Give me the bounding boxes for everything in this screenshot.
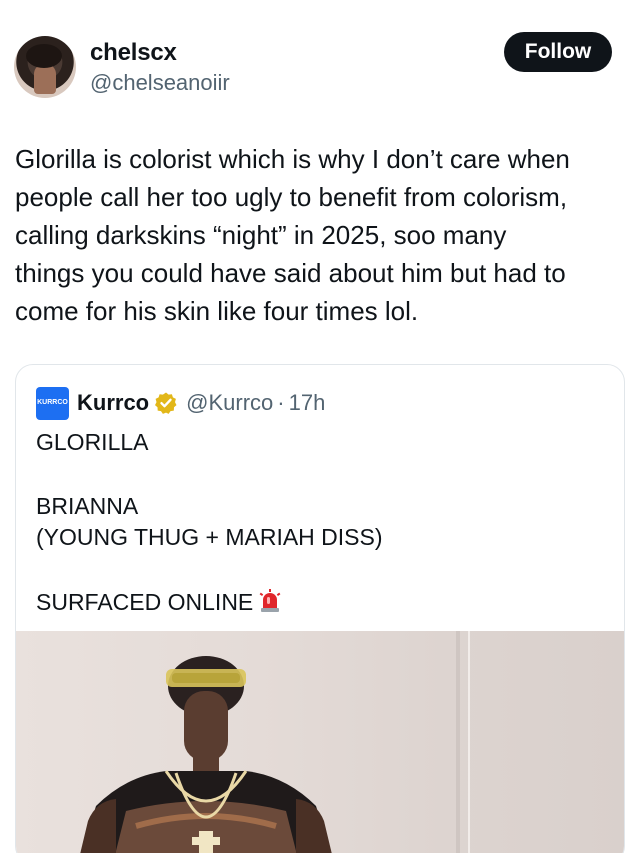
author-handle[interactable]: @chelseanoiir (90, 70, 230, 96)
quoted-line-1: GLORILLA (36, 429, 149, 455)
quoted-line-2: BRIANNA (36, 493, 139, 519)
quoted-line-3: (YOUNG THUG + MARIAH DISS) (36, 524, 383, 550)
rotating-light-icon (259, 589, 281, 612)
quoted-author-avatar[interactable]: KURRCO (36, 386, 69, 420)
author-name[interactable]: chelscx (90, 39, 177, 67)
quoted-author-name[interactable]: Kurrco (77, 390, 149, 416)
meta-separator: · (277, 390, 285, 415)
author-avatar[interactable] (14, 36, 76, 98)
quoted-line-4: SURFACED ONLINE (36, 589, 281, 616)
quoted-post-time[interactable]: 17h (289, 390, 326, 416)
post-text: Glorilla is colorist which is why I don’… (15, 144, 570, 326)
post-header: chelscx @chelseanoiir Follow (0, 0, 640, 110)
quoted-line-4-text: SURFACED ONLINE (36, 589, 254, 615)
follow-button[interactable]: Follow (504, 32, 612, 72)
quoted-post-photo[interactable] (16, 631, 624, 853)
quoted-post-header: KURRCO Kurrco @Kurrco · 17h (36, 386, 326, 420)
verified-badge-icon (155, 392, 177, 414)
photo-scene (80, 631, 470, 853)
quoted-author-handle[interactable]: @Kurrco (186, 390, 273, 416)
quoted-post[interactable]: KURRCO Kurrco @Kurrco · 17h GLORILLA BRI… (15, 364, 625, 853)
